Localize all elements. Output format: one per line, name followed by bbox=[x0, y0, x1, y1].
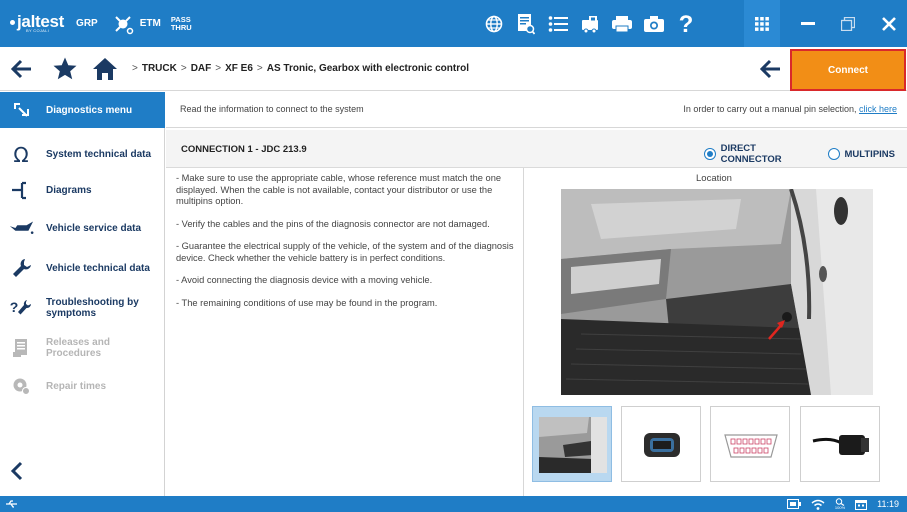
jaltest-logo: jaltest BY COJALI bbox=[10, 0, 64, 47]
connection-instruction-text: Read the information to connect to the s… bbox=[180, 104, 364, 114]
close-icon[interactable] bbox=[871, 0, 907, 47]
thumbnail-cable[interactable] bbox=[800, 406, 880, 482]
wifi-icon bbox=[811, 499, 825, 510]
search-battery-icon: 100% bbox=[835, 498, 845, 510]
ohm-icon: Ω bbox=[8, 141, 34, 167]
restore-window-icon[interactable] bbox=[831, 0, 865, 47]
usb-icon bbox=[6, 499, 18, 509]
breadcrumb-truck[interactable]: TRUCK bbox=[142, 63, 177, 74]
calendar-icon bbox=[855, 499, 868, 510]
favorite-star-icon[interactable] bbox=[52, 56, 78, 82]
breadcrumb: > TRUCK > DAF > XF E6 > AS Tronic, Gearbox with… bbox=[132, 63, 469, 74]
location-label: Location bbox=[696, 173, 732, 184]
connection-type-options: DIRECT CONNECTOR MULTIPINS bbox=[704, 143, 907, 165]
radio-selected-icon bbox=[704, 148, 716, 160]
location-photo bbox=[561, 189, 873, 395]
wrench-icon bbox=[8, 255, 34, 281]
troubleshooting-icon: ? bbox=[8, 295, 34, 321]
clock-time: 11:19 bbox=[877, 499, 899, 509]
collapse-sidebar-icon[interactable] bbox=[8, 460, 28, 482]
svg-text:?: ? bbox=[679, 12, 694, 36]
manual-pin-text: In order to carry out a manual pin selec… bbox=[683, 104, 897, 114]
breadcrumb-model[interactable]: XF E6 bbox=[225, 63, 253, 74]
direct-connector-option[interactable]: DIRECT CONNECTOR bbox=[704, 143, 816, 165]
multipins-option[interactable]: MULTIPINS bbox=[827, 148, 895, 160]
sidebar-item-vehicle-service-data[interactable]: Vehicle service data bbox=[0, 210, 165, 246]
instruction-item: - Avoid connecting the diagnosis device … bbox=[176, 275, 433, 285]
previous-arrow-icon[interactable] bbox=[759, 57, 783, 81]
sidebar-item-releases-procedures[interactable]: Releases and Procedures bbox=[0, 330, 165, 366]
link-icon[interactable] bbox=[112, 13, 134, 35]
instruction-item: - Verify the cables and the pins of the … bbox=[176, 218, 490, 229]
gear-clock-icon bbox=[8, 373, 34, 399]
sidebar-item-system-technical-data[interactable]: Ω System technical data bbox=[0, 136, 165, 172]
battery-icon bbox=[786, 499, 801, 509]
oil-can-icon bbox=[8, 215, 34, 241]
minimize-icon[interactable] bbox=[791, 0, 825, 47]
globe-icon[interactable] bbox=[478, 0, 510, 47]
report-icon[interactable] bbox=[510, 0, 542, 47]
diagnostics-icon bbox=[8, 97, 34, 123]
breadcrumb-daf[interactable]: DAF bbox=[191, 63, 212, 74]
instruction-item: - The remaining conditions of use may be… bbox=[176, 297, 438, 308]
info-bar: Read the information to connect to the s… bbox=[166, 92, 907, 128]
sidebar-item-diagrams[interactable]: Diagrams bbox=[0, 172, 165, 208]
breadcrumb-system: AS Tronic, Gearbox with electronic contr… bbox=[266, 63, 469, 74]
list-icon[interactable] bbox=[542, 0, 574, 47]
content-divider bbox=[523, 168, 524, 496]
sidebar-item-troubleshooting[interactable]: ? Troubleshooting by symptoms bbox=[0, 290, 165, 326]
pass-thru-button[interactable]: PASS THRU bbox=[171, 15, 192, 32]
click-here-link[interactable]: click here bbox=[859, 104, 897, 114]
truck-icon[interactable] bbox=[574, 0, 606, 47]
sidebar-item-diagnostics-menu[interactable]: Diagnostics menu bbox=[0, 92, 165, 128]
grp-button[interactable]: GRP bbox=[76, 18, 98, 29]
sidebar: Diagnostics menu Ω System technical data… bbox=[0, 92, 165, 496]
thumbnail-connector[interactable] bbox=[621, 406, 701, 482]
svg-text:?: ? bbox=[10, 299, 19, 315]
connection-title: CONNECTION 1 - JDC 213.9 bbox=[181, 144, 307, 155]
thumbnail-location[interactable] bbox=[532, 406, 612, 482]
document-icon bbox=[8, 335, 34, 361]
printer-icon[interactable] bbox=[606, 0, 638, 47]
connection-header: CONNECTION 1 - JDC 213.9 DIRECT CONNECTO… bbox=[166, 130, 907, 168]
status-bar: 100% 11:19 bbox=[0, 496, 907, 512]
back-arrow-icon[interactable] bbox=[10, 57, 34, 81]
connect-button[interactable]: Connect bbox=[790, 49, 906, 91]
svg-text:Ω: Ω bbox=[13, 143, 28, 165]
thumbnail-pin-diagram[interactable] bbox=[710, 406, 790, 482]
home-icon[interactable] bbox=[92, 56, 118, 82]
sidebar-item-vehicle-technical-data[interactable]: Vehicle technical data bbox=[0, 250, 165, 286]
top-bar: jaltest BY COJALI GRP ETM PASS THRU ? bbox=[0, 0, 907, 47]
breadcrumb-bar: > TRUCK > DAF > XF E6 > AS Tronic, Gearbox with… bbox=[0, 47, 907, 91]
diagram-icon bbox=[8, 177, 34, 203]
sidebar-item-repair-times[interactable]: Repair times bbox=[0, 368, 165, 404]
instruction-item: - Make sure to use the appropriate cable… bbox=[176, 173, 502, 206]
apps-grid-icon[interactable] bbox=[744, 0, 780, 47]
camera-icon[interactable] bbox=[638, 0, 670, 47]
etm-button[interactable]: ETM bbox=[140, 18, 161, 29]
instructions-list: - Make sure to use the appropriate cable… bbox=[176, 173, 516, 320]
radio-unselected-icon bbox=[827, 148, 840, 160]
instruction-item: - Guarantee the electrical supply of the… bbox=[176, 241, 514, 263]
help-icon[interactable]: ? bbox=[670, 0, 702, 47]
